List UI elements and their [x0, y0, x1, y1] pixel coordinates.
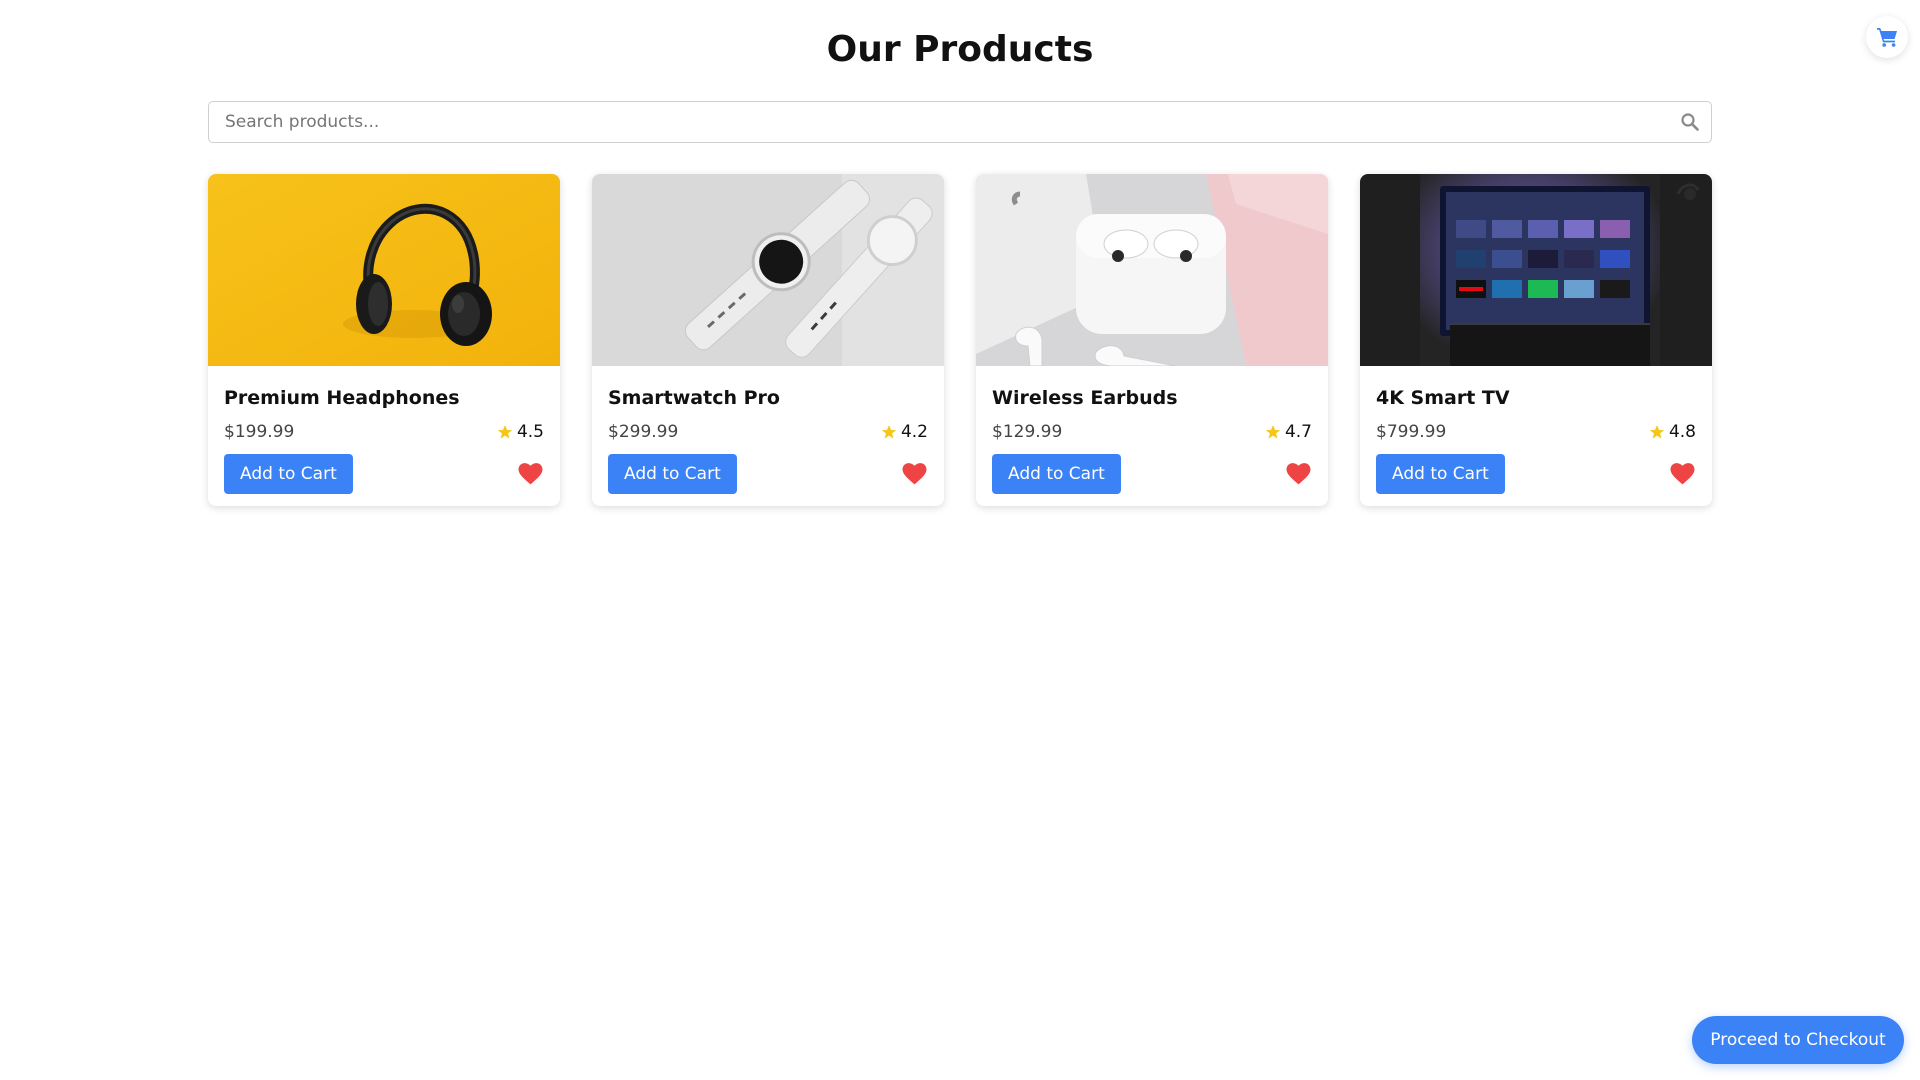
- product-price: $299.99: [608, 422, 679, 442]
- shopping-cart-icon: [1877, 28, 1897, 47]
- card-body: 4K Smart TV $799.99 4.8 Add to Cart: [1360, 366, 1712, 506]
- product-card: Smartwatch Pro $299.99 4.2 Add to Cart: [592, 174, 944, 506]
- star-icon: [1265, 425, 1281, 439]
- meta-row: $299.99 4.2: [608, 421, 928, 443]
- favorite-button[interactable]: [900, 460, 928, 488]
- smart-tv-photo: [1360, 174, 1712, 366]
- search-icon[interactable]: [1680, 112, 1700, 132]
- star-icon: [497, 425, 513, 439]
- proceed-to-checkout-button[interactable]: Proceed to Checkout: [1692, 1016, 1904, 1064]
- product-grid: Premium Headphones $199.99 4.5 Add to Ca…: [208, 174, 1712, 506]
- heart-icon: [1670, 463, 1694, 485]
- add-to-cart-button[interactable]: Add to Cart: [608, 454, 737, 494]
- action-row: Add to Cart: [1376, 454, 1696, 494]
- meta-row: $799.99 4.8: [1376, 421, 1696, 443]
- page-title: Our Products: [826, 29, 1094, 70]
- product-name: 4K Smart TV: [1376, 387, 1510, 409]
- product-card: 4K Smart TV $799.99 4.8 Add to Cart: [1360, 174, 1712, 506]
- heart-icon: [902, 463, 926, 485]
- card-body: Smartwatch Pro $299.99 4.2 Add to Cart: [592, 366, 944, 506]
- card-body: Wireless Earbuds $129.99 4.7 Add to Cart: [976, 366, 1328, 506]
- favorite-button[interactable]: [1668, 460, 1696, 488]
- headphones-photo: [208, 174, 560, 366]
- product-rating: 4.2: [881, 422, 928, 442]
- action-row: Add to Cart: [608, 454, 928, 494]
- star-icon: [1649, 425, 1665, 439]
- search-input[interactable]: [208, 101, 1712, 143]
- favorite-button[interactable]: [1284, 460, 1312, 488]
- smartwatch-photo: [592, 174, 944, 366]
- rating-value: 4.5: [516, 422, 544, 442]
- product-card: Premium Headphones $199.99 4.5 Add to Ca…: [208, 174, 560, 506]
- meta-row: $199.99 4.5: [224, 421, 544, 443]
- add-to-cart-button[interactable]: Add to Cart: [224, 454, 353, 494]
- card-body: Premium Headphones $199.99 4.5 Add to Ca…: [208, 366, 560, 506]
- add-to-cart-button[interactable]: Add to Cart: [992, 454, 1121, 494]
- product-rating: 4.7: [1265, 422, 1312, 442]
- product-price: $129.99: [992, 422, 1063, 442]
- action-row: Add to Cart: [224, 454, 544, 494]
- star-icon: [881, 425, 897, 439]
- rating-value: 4.2: [900, 422, 928, 442]
- search-bar: [208, 101, 1712, 143]
- product-name: Wireless Earbuds: [992, 387, 1178, 409]
- product-price: $799.99: [1376, 422, 1447, 442]
- product-rating: 4.8: [1649, 422, 1696, 442]
- add-to-cart-button[interactable]: Add to Cart: [1376, 454, 1505, 494]
- product-rating: 4.5: [497, 422, 544, 442]
- product-card: Wireless Earbuds $129.99 4.7 Add to Cart: [976, 174, 1328, 506]
- meta-row: $129.99 4.7: [992, 421, 1312, 443]
- heart-icon: [1286, 463, 1310, 485]
- cart-button[interactable]: [1866, 16, 1908, 58]
- rating-value: 4.7: [1284, 422, 1312, 442]
- earbuds-photo: [976, 174, 1328, 366]
- product-name: Smartwatch Pro: [608, 387, 780, 409]
- favorite-button[interactable]: [516, 460, 544, 488]
- rating-value: 4.8: [1668, 422, 1696, 442]
- action-row: Add to Cart: [992, 454, 1312, 494]
- heart-icon: [518, 463, 542, 485]
- product-price: $199.99: [224, 422, 295, 442]
- product-name: Premium Headphones: [224, 387, 460, 409]
